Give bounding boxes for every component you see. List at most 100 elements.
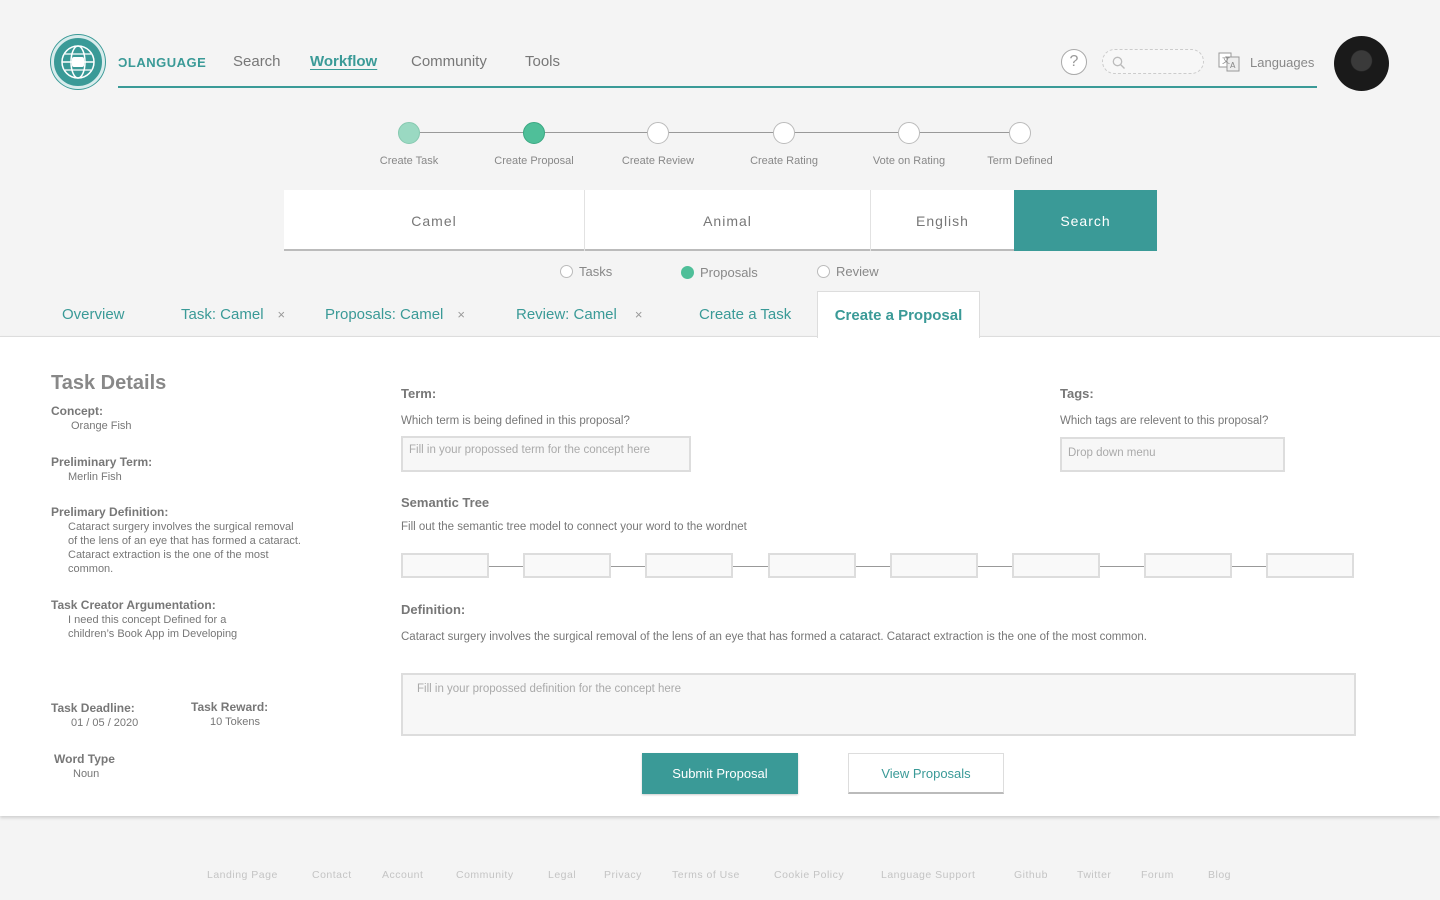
semantic-tree-node-input[interactable]	[1144, 553, 1232, 578]
nav-community[interactable]: Community	[411, 53, 487, 70]
argument-line: children’s Book App im Developing	[68, 628, 238, 640]
semantic-tree-node-input[interactable]	[768, 553, 856, 578]
search-button[interactable]: Search	[1014, 190, 1157, 251]
term-input[interactable]: Fill in your propossed term for the conc…	[401, 436, 691, 472]
brand-name[interactable]: ƆLANGUAGE	[118, 55, 206, 70]
step-label: Create Proposal	[494, 155, 574, 167]
search-term-field[interactable]: Camel	[284, 190, 585, 251]
radio-icon	[560, 265, 573, 278]
search-language-field[interactable]: English	[871, 190, 1014, 251]
step-label: Create Task	[379, 155, 439, 167]
tab-label: Task: Camel	[181, 306, 264, 323]
step-dot[interactable]	[647, 122, 669, 144]
tab-create-proposal[interactable]: Create a Proposal	[817, 291, 980, 338]
prelim-def-line: Cataract surgery involves the surgical r…	[68, 521, 294, 533]
tree-connector	[489, 566, 523, 567]
step-dot[interactable]	[773, 122, 795, 144]
filter-tasks-radio[interactable]: Tasks	[560, 264, 612, 279]
footer-link[interactable]: Github	[1014, 869, 1048, 881]
search-icon	[1112, 56, 1125, 69]
concept-value: Orange Fish	[71, 420, 132, 432]
tab-proposals-camel[interactable]: Proposals: Camel ×	[325, 306, 465, 323]
radio-icon	[817, 265, 830, 278]
footer-link[interactable]: Blog	[1208, 869, 1231, 881]
deadline-value: 01 / 05 / 2020	[71, 717, 139, 729]
tree-connector	[611, 566, 645, 567]
semantic-tree-node-input[interactable]	[401, 553, 489, 578]
footer-link[interactable]: Account	[382, 869, 423, 881]
translate-icon[interactable]: 文 A	[1218, 51, 1240, 73]
footer-link[interactable]: Twitter	[1077, 869, 1111, 881]
tab-task-camel[interactable]: Task: Camel ×	[181, 306, 285, 323]
nav-search[interactable]: Search	[233, 53, 281, 70]
step-dot[interactable]	[398, 122, 420, 144]
svg-text:A: A	[1230, 61, 1236, 70]
step-dot[interactable]	[523, 122, 545, 144]
tab-label: Proposals: Camel	[325, 306, 444, 323]
nav-tools[interactable]: Tools	[525, 53, 560, 70]
footer-link[interactable]: Forum	[1141, 869, 1174, 881]
stepper-track	[420, 132, 1020, 133]
tags-dropdown[interactable]: Drop down menu	[1060, 437, 1285, 472]
semantic-tree-help: Fill out the semantic tree model to conn…	[401, 521, 747, 533]
wordtype-value: Noun	[73, 768, 100, 780]
close-icon[interactable]: ×	[278, 307, 286, 322]
languages-menu[interactable]: Languages	[1250, 55, 1314, 70]
logo-globe-icon[interactable]	[51, 35, 105, 89]
nav-underline	[118, 86, 1317, 88]
tags-label: Tags:	[1060, 386, 1094, 401]
search-category-field[interactable]: Animal	[585, 190, 871, 251]
tree-connector	[733, 566, 768, 567]
tree-connector	[1100, 566, 1144, 567]
semantic-tree-node-input[interactable]	[523, 553, 611, 578]
search-bar: Camel Animal English Search	[284, 190, 1157, 251]
definition-textarea[interactable]: Fill in your propossed definition for th…	[401, 673, 1356, 736]
close-icon[interactable]: ×	[635, 307, 643, 322]
filter-label: Tasks	[579, 264, 613, 279]
tab-overview[interactable]: Overview	[62, 306, 125, 323]
filter-review-radio[interactable]: Review	[817, 264, 879, 279]
step-label: Vote on Rating	[872, 155, 946, 167]
step-label: Create Review	[621, 155, 695, 167]
step-dot[interactable]	[898, 122, 920, 144]
concept-label: Concept:	[51, 404, 103, 418]
footer-link[interactable]: Language Support	[881, 869, 975, 881]
footer-link[interactable]: Community	[456, 869, 514, 881]
task-details-title: Task Details	[51, 372, 167, 394]
tab-review-camel[interactable]: Review: Camel ×	[516, 306, 642, 323]
filter-label: Proposals	[700, 265, 758, 280]
argument-label: Task Creator Argumentation:	[51, 598, 216, 612]
filter-proposals-radio[interactable]: Proposals	[681, 265, 758, 280]
reward-value: 10 Tokens	[210, 716, 260, 728]
footer-link[interactable]: Terms of Use	[672, 869, 740, 881]
footer-link[interactable]: Landing Page	[207, 869, 278, 881]
avatar[interactable]	[1334, 36, 1389, 91]
step-dot[interactable]	[1009, 122, 1031, 144]
prelim-def-line: Cataract extraction is the one of the mo…	[68, 549, 269, 561]
prelim-def-line: common.	[68, 563, 114, 575]
nav-workflow[interactable]: Workflow	[310, 53, 377, 70]
semantic-tree-node-input[interactable]	[890, 553, 978, 578]
reward-label: Task Reward:	[191, 700, 269, 714]
view-proposals-button[interactable]: View Proposals	[848, 753, 1004, 794]
footer-link[interactable]: Privacy	[604, 869, 642, 881]
semantic-tree-node-input[interactable]	[1266, 553, 1354, 578]
footer-link[interactable]: Legal	[548, 869, 576, 881]
help-icon[interactable]: ?	[1061, 49, 1087, 75]
footer-link[interactable]: Cookie Policy	[774, 869, 844, 881]
tree-connector	[856, 566, 890, 567]
filter-label: Review	[836, 264, 879, 279]
close-icon[interactable]: ×	[457, 307, 465, 322]
header-search-input[interactable]	[1102, 49, 1204, 74]
tree-connector	[1232, 566, 1266, 567]
argument-line: I need this concept Defined for a	[68, 614, 227, 626]
definition-reference: Cataract surgery involves the surgical r…	[401, 631, 1147, 643]
svg-text:文: 文	[1222, 55, 1230, 65]
semantic-tree-node-input[interactable]	[645, 553, 733, 578]
footer-link[interactable]: Contact	[312, 869, 352, 881]
submit-proposal-button[interactable]: Submit Proposal	[642, 753, 798, 794]
tab-create-task[interactable]: Create a Task	[699, 306, 791, 323]
prelim-term-label: Preliminary Term:	[51, 455, 153, 469]
tree-connector	[978, 566, 1012, 567]
semantic-tree-node-input[interactable]	[1012, 553, 1100, 578]
